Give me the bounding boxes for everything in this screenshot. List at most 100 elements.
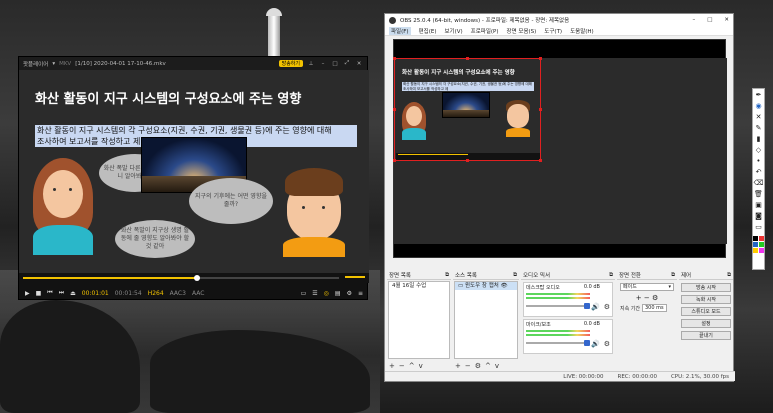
highlighter-icon[interactable]: ▮ bbox=[757, 135, 761, 144]
move-down-icon[interactable]: v bbox=[419, 362, 423, 370]
maximize-button[interactable]: □ bbox=[331, 61, 339, 67]
settings-icon[interactable]: ⚙ bbox=[347, 290, 352, 297]
scene-item[interactable]: 4월 16일 수업 bbox=[389, 282, 449, 290]
volume-slider[interactable] bbox=[526, 340, 590, 346]
menu-profile[interactable]: 프로파일(P) bbox=[471, 27, 499, 35]
volume-slider[interactable] bbox=[345, 276, 365, 278]
menu-help[interactable]: 도움말(H) bbox=[570, 27, 594, 35]
source-selection-box[interactable] bbox=[394, 58, 541, 161]
play-icon[interactable]: ▶ bbox=[25, 290, 30, 297]
add-icon[interactable]: + bbox=[455, 362, 461, 370]
camera-icon[interactable]: ◙ bbox=[755, 212, 762, 221]
menu-file[interactable]: 파일(F) bbox=[389, 26, 411, 35]
resize-handle[interactable] bbox=[393, 57, 396, 60]
gear-icon[interactable]: ⚙ bbox=[475, 362, 481, 370]
add-icon[interactable]: + bbox=[389, 362, 395, 370]
gear-icon[interactable]: ⚙ bbox=[604, 340, 610, 348]
color-swatch[interactable] bbox=[759, 236, 764, 241]
trash-icon[interactable]: 🗑 bbox=[754, 190, 763, 199]
list-icon[interactable]: ☰ bbox=[312, 290, 317, 297]
remove-icon[interactable]: − bbox=[465, 362, 471, 370]
visibility-icon[interactable]: 👁 bbox=[501, 283, 508, 289]
menu-icon[interactable]: ≡ bbox=[358, 290, 363, 297]
chevron-down-icon[interactable]: ▾ bbox=[52, 61, 55, 67]
undock-icon[interactable]: ⧉ bbox=[609, 272, 613, 279]
start-recording-button[interactable]: 녹화 시작 bbox=[681, 295, 731, 304]
volume-handle[interactable] bbox=[584, 340, 590, 346]
close-button[interactable]: ✕ bbox=[724, 17, 729, 23]
seek-bar[interactable] bbox=[19, 273, 369, 283]
undock-icon[interactable]: ⧉ bbox=[445, 272, 449, 279]
duration-input[interactable]: 300 ms bbox=[642, 304, 667, 312]
start-streaming-button[interactable]: 방송 시작 bbox=[681, 283, 731, 292]
pen-icon[interactable]: ✎ bbox=[756, 124, 762, 133]
source-item[interactable]: ▭ 윈도우 창 캡처 👁 bbox=[455, 282, 517, 290]
source-list[interactable]: ▭ 윈도우 창 캡처 👁 bbox=[454, 281, 518, 359]
player-app-name[interactable]: 팟플레이어 bbox=[23, 60, 48, 68]
resize-handle[interactable] bbox=[393, 159, 396, 162]
minimize-button[interactable]: – bbox=[319, 61, 327, 67]
seek-handle[interactable] bbox=[193, 275, 200, 281]
undo-icon[interactable]: ↶ bbox=[756, 168, 762, 177]
maximize-button[interactable]: □ bbox=[707, 17, 712, 23]
resize-handle[interactable] bbox=[393, 108, 396, 111]
move-down-icon[interactable]: v bbox=[495, 362, 499, 370]
remove-icon[interactable]: − bbox=[644, 294, 650, 302]
move-up-icon[interactable]: ^ bbox=[485, 362, 491, 370]
resize-handle[interactable] bbox=[466, 57, 469, 60]
volume-slider[interactable] bbox=[526, 303, 590, 309]
eraser-icon[interactable]: ◇ bbox=[756, 146, 761, 155]
menu-tools[interactable]: 도구(T) bbox=[544, 27, 562, 35]
cursor-icon[interactable]: ✕ bbox=[756, 113, 762, 122]
menu-view[interactable]: 보기(V) bbox=[444, 27, 462, 35]
fullscreen-button[interactable]: ⤢ bbox=[343, 60, 351, 67]
speaker-icon[interactable]: 🔊 bbox=[591, 340, 600, 348]
stop-icon[interactable]: ■ bbox=[36, 290, 42, 297]
eject-icon[interactable]: ⏏ bbox=[70, 290, 76, 297]
undock-icon[interactable]: ⧉ bbox=[727, 272, 731, 279]
resize-handle[interactable] bbox=[466, 159, 469, 162]
color-swatch[interactable] bbox=[759, 248, 764, 253]
exit-button[interactable]: 끝내기 bbox=[681, 331, 731, 340]
studio-mode-button[interactable]: 스튜디오 모드 bbox=[681, 307, 731, 316]
subtitle-icon[interactable]: ▤ bbox=[335, 290, 341, 297]
undock-icon[interactable]: ⧉ bbox=[513, 272, 517, 279]
obs-preview[interactable]: 화산 활동이 지구 시스템의 구성요소에 주는 영향 화산 활동이 지구 시스템… bbox=[393, 39, 727, 258]
board-icon[interactable]: ▭ bbox=[755, 223, 762, 232]
close-button[interactable]: ✕ bbox=[355, 61, 363, 67]
menu-scene-collection[interactable]: 장면 모음(S) bbox=[507, 27, 537, 35]
color-swatch[interactable] bbox=[753, 248, 758, 253]
color-swatch[interactable] bbox=[759, 242, 764, 247]
screen-icon[interactable]: ▭ bbox=[301, 290, 307, 297]
seek-track[interactable] bbox=[23, 275, 339, 281]
transition-select[interactable]: 페이드 ▾ bbox=[620, 283, 674, 291]
add-icon[interactable]: + bbox=[636, 294, 642, 302]
color-swatch[interactable] bbox=[753, 242, 758, 247]
sources-panel: 소스 목록 ⧉ ▭ 윈도우 창 캡처 👁 + − ⚙ ^ v bbox=[453, 271, 519, 371]
move-up-icon[interactable]: ^ bbox=[409, 362, 415, 370]
previous-icon[interactable]: ⏮ bbox=[47, 289, 52, 297]
remove-icon[interactable]: − bbox=[399, 362, 405, 370]
volume-handle[interactable] bbox=[584, 303, 590, 309]
color-swatch[interactable] bbox=[753, 236, 758, 241]
broadcast-badge[interactable]: 방송하기 bbox=[278, 60, 303, 67]
screen-icon[interactable]: ▣ bbox=[755, 201, 762, 210]
settings-button[interactable]: 설정 bbox=[681, 319, 731, 328]
resize-handle[interactable] bbox=[539, 108, 542, 111]
gear-icon[interactable]: ⚙ bbox=[604, 303, 610, 311]
eye-icon[interactable]: ◉ bbox=[755, 102, 761, 111]
speaker-icon[interactable]: 🔊 bbox=[591, 303, 600, 311]
undock-icon[interactable]: ⧉ bbox=[671, 272, 675, 279]
resize-handle[interactable] bbox=[539, 57, 542, 60]
gear-icon[interactable]: ⚙ bbox=[652, 294, 658, 302]
capture-icon[interactable]: ◎ bbox=[324, 290, 329, 297]
dot-icon[interactable]: • bbox=[756, 157, 760, 166]
video-frame[interactable]: 화산 활동이 지구 시스템의 구성요소에 주는 영향 화산 활동이 지구 시스템… bbox=[19, 70, 369, 273]
next-icon[interactable]: ⏭ bbox=[59, 289, 64, 297]
resize-handle[interactable] bbox=[539, 159, 542, 162]
scene-list[interactable]: 4월 16일 수업 bbox=[388, 281, 450, 359]
pin-icon[interactable]: ⊥ bbox=[307, 61, 315, 67]
menu-edit[interactable]: 편집(E) bbox=[419, 27, 437, 35]
minimize-button[interactable]: – bbox=[692, 17, 695, 23]
clear-icon[interactable]: ⌫ bbox=[754, 179, 764, 188]
